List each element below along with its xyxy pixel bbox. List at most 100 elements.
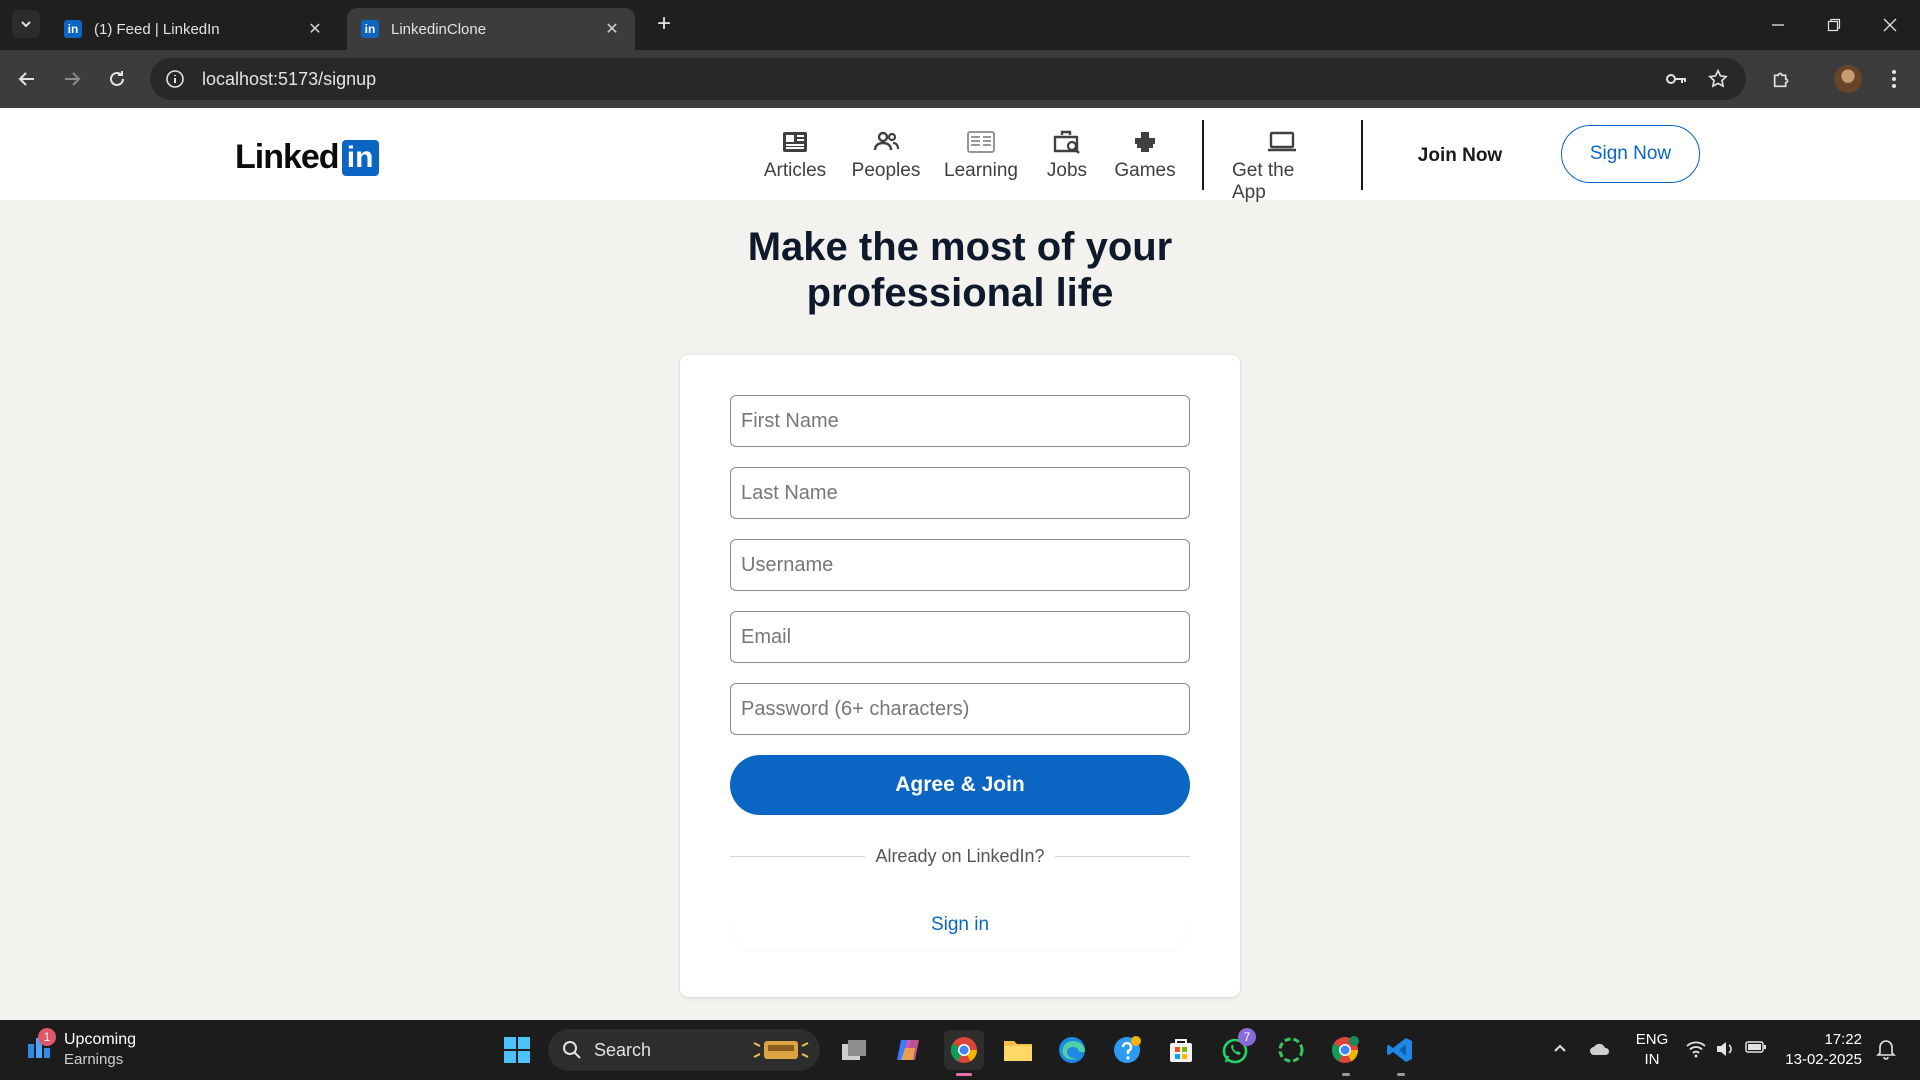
linkedin-logo[interactable]: Linked in — [235, 138, 379, 177]
taskbar-search[interactable]: Search — [548, 1029, 820, 1071]
lang-line-1: ENG — [1635, 1031, 1669, 1048]
agree-and-join-button[interactable]: Agree & Join — [730, 755, 1190, 815]
edge-button[interactable] — [1052, 1030, 1092, 1070]
minimize-button[interactable] — [1750, 0, 1806, 50]
laptop-icon — [1266, 128, 1298, 156]
password-key-button[interactable] — [1662, 64, 1692, 94]
already-member-divider: Already on LinkedIn? — [730, 845, 1190, 867]
nav-jobs[interactable]: Jobs — [1043, 128, 1091, 182]
green-app-button[interactable] — [1271, 1030, 1311, 1070]
site-info-icon[interactable] — [164, 68, 186, 90]
windows-taskbar: 1 Upcoming Earnings Search 7 ENG IN 17:2… — [0, 1020, 1920, 1080]
divider-text: Already on LinkedIn? — [875, 845, 1045, 866]
widgets-button[interactable]: 1 — [26, 1028, 56, 1062]
battery-icon — [1745, 1041, 1766, 1053]
start-button[interactable] — [497, 1030, 537, 1070]
copilot-button[interactable] — [888, 1030, 928, 1070]
nav-label: Get the App — [1232, 160, 1295, 203]
nav-label: Learning — [944, 160, 1018, 181]
linkedin-favicon-icon: in — [64, 20, 82, 38]
sign-now-button[interactable]: Sign Now — [1561, 125, 1700, 183]
vscode-icon — [1387, 1038, 1412, 1062]
arrow-left-icon — [18, 72, 34, 86]
edge-icon — [1059, 1037, 1085, 1063]
first-name-field[interactable] — [730, 395, 1190, 447]
whatsapp-button[interactable]: 7 — [1216, 1028, 1256, 1070]
nav-games[interactable]: Games — [1114, 128, 1176, 182]
bookmark-button[interactable] — [1703, 64, 1733, 94]
nav-label: Jobs — [1046, 160, 1088, 181]
vscode-button[interactable] — [1380, 1030, 1420, 1070]
sign-in-button[interactable]: Sign in — [730, 900, 1190, 950]
help-button[interactable] — [1107, 1030, 1147, 1070]
search-label: Search — [594, 1039, 652, 1060]
close-window-button[interactable] — [1862, 0, 1918, 50]
widget-text[interactable]: Upcoming Earnings — [64, 1030, 136, 1070]
chrome-profile-button[interactable] — [1325, 1030, 1365, 1070]
nav-divider — [1361, 120, 1363, 190]
file-explorer-button[interactable] — [998, 1030, 1038, 1070]
more-vertical-icon — [1892, 70, 1896, 88]
widget-badge: 1 — [38, 1028, 56, 1046]
close-tab-icon[interactable]: ✕ — [306, 20, 324, 38]
join-now-link[interactable]: Join Now — [1410, 145, 1510, 167]
widget-subtitle: Earnings — [64, 1051, 124, 1068]
forward-button[interactable] — [57, 64, 87, 94]
volume-button[interactable] — [1715, 1040, 1735, 1062]
page-headline: Make the most of your professional life — [660, 224, 1260, 316]
lang-line-2: IN — [1644, 1051, 1660, 1068]
tab-search-button[interactable] — [12, 10, 40, 38]
games-icon — [1132, 128, 1158, 156]
wifi-button[interactable] — [1685, 1040, 1707, 1062]
nav-learning[interactable]: Learning — [944, 128, 1018, 182]
cloud-icon — [1590, 1043, 1610, 1055]
nav-label: Peoples — [851, 160, 921, 181]
close-icon — [1883, 18, 1897, 32]
password-field[interactable] — [730, 683, 1190, 735]
divider-line — [1054, 855, 1190, 857]
email-field[interactable] — [730, 611, 1190, 663]
username-field[interactable] — [730, 539, 1190, 591]
folder-icon — [1004, 1041, 1032, 1061]
clock-date: 13-02-2025 — [1785, 1051, 1862, 1068]
profile-avatar[interactable] — [1834, 65, 1862, 93]
store-button[interactable] — [1161, 1030, 1201, 1070]
browser-menu-button[interactable] — [1879, 64, 1909, 94]
whatsapp-badge: 7 — [1238, 1028, 1256, 1046]
battery-button[interactable] — [1745, 1040, 1767, 1058]
bell-icon — [1876, 1040, 1896, 1060]
reload-button[interactable] — [102, 64, 132, 94]
browser-tabbar: in (1) Feed | LinkedIn ✕ in LinkedinClon… — [0, 0, 1920, 50]
chrome-taskbar-button[interactable] — [944, 1030, 984, 1070]
tray-overflow-button[interactable] — [1552, 1040, 1568, 1060]
jobs-icon — [1052, 128, 1082, 156]
restore-icon — [1827, 18, 1841, 32]
last-name-field[interactable] — [730, 467, 1190, 519]
nav-articles[interactable]: Articles — [762, 128, 828, 182]
system-clock[interactable]: 17:22 13-02-2025 — [1782, 1030, 1862, 1070]
minimize-icon — [1772, 24, 1784, 26]
headline-line-1: Make the most of your — [747, 225, 1173, 269]
wifi-icon — [1686, 1041, 1706, 1058]
new-tab-button[interactable]: + — [650, 10, 678, 38]
chrome-icon — [950, 1037, 978, 1063]
nav-peoples[interactable]: Peoples — [851, 128, 921, 182]
task-view-button[interactable] — [834, 1030, 874, 1070]
help-icon — [1114, 1036, 1141, 1063]
notifications-button[interactable] — [1876, 1038, 1896, 1064]
star-icon — [1708, 68, 1728, 88]
close-tab-icon[interactable]: ✕ — [603, 20, 621, 38]
language-indicator[interactable]: ENG IN — [1632, 1030, 1672, 1070]
chevron-down-icon — [21, 21, 31, 28]
browser-tab-feed[interactable]: in (1) Feed | LinkedIn ✕ — [50, 8, 338, 50]
extensions-button[interactable] — [1767, 64, 1797, 94]
back-button[interactable] — [12, 64, 42, 94]
browser-tab-linkedinclone[interactable]: in LinkedinClone ✕ — [347, 8, 635, 50]
onedrive-button[interactable] — [1588, 1040, 1612, 1062]
address-bar[interactable]: localhost:5173/signup — [150, 58, 1746, 100]
chevron-up-icon — [1554, 1044, 1566, 1052]
restore-button[interactable] — [1806, 0, 1862, 50]
url-text: localhost:5173/signup — [202, 68, 377, 89]
nav-get-the-app[interactable]: Get the App — [1232, 128, 1332, 204]
volume-icon — [1717, 1042, 1732, 1056]
